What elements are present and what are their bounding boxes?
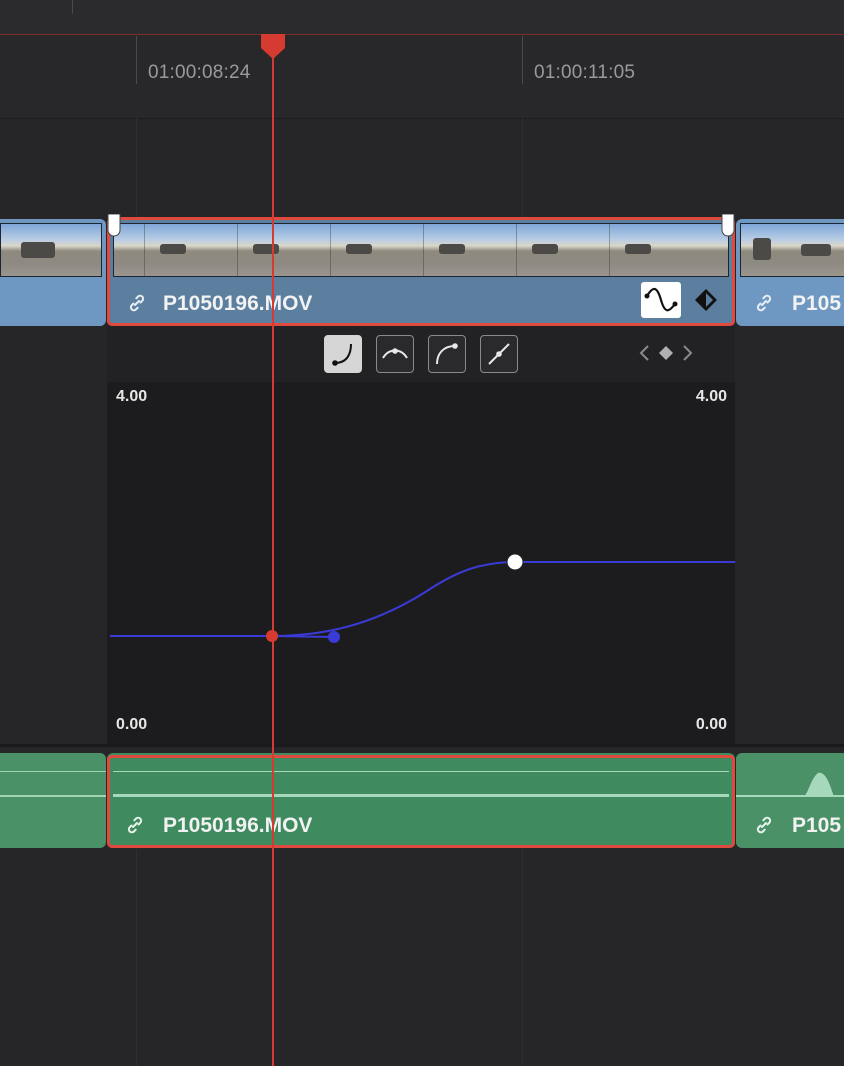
- bezier-handle: [328, 631, 340, 643]
- clip-thumbnails: [0, 223, 102, 277]
- ruler-top-strip: [0, 0, 844, 35]
- clip-name: P105: [792, 292, 842, 315]
- link-icon: [756, 816, 772, 834]
- playhead-marker-icon[interactable]: [258, 34, 288, 60]
- audio-clip-right[interactable]: P105: [736, 753, 844, 848]
- bezier-handle-line: [271, 635, 335, 638]
- thumbnail-vehicle: [801, 244, 831, 256]
- retime-curve-editor[interactable]: 4.00 4.00 0.00 0.00: [107, 326, 735, 746]
- audio-waveform: [0, 795, 106, 797]
- grid-line: [522, 850, 523, 1066]
- video-clip-left[interactable]: [0, 219, 106, 326]
- track-separator: [0, 744, 844, 747]
- thumbnail-vehicle: [21, 242, 55, 258]
- speed-curve-graph[interactable]: [107, 326, 735, 746]
- ruler-tick: [522, 36, 523, 84]
- selection-outline: [107, 755, 735, 848]
- trim-handle-right-icon[interactable]: [720, 214, 736, 238]
- link-icon: [756, 294, 772, 312]
- grid-line: [522, 118, 523, 218]
- ruler-timecode: 01:00:08:24: [148, 62, 251, 83]
- ruler-timecode: 01:00:11:05: [534, 62, 636, 83]
- ruler-tick: [136, 36, 137, 84]
- timeline-ruler[interactable]: 01:00:08:24 01:00:11:05: [0, 0, 844, 119]
- video-clip-right[interactable]: P105: [736, 219, 844, 326]
- keyframe-point-end: [506, 553, 524, 571]
- audio-clip-left[interactable]: [0, 753, 106, 848]
- clip-thumbnails: [740, 223, 844, 277]
- thumbnail-vehicle: [753, 238, 771, 260]
- clip-name: P105: [792, 814, 842, 837]
- grid-line: [136, 118, 137, 218]
- selection-outline: [107, 217, 735, 326]
- playhead-line[interactable]: [272, 40, 274, 1066]
- speed-curve: [110, 561, 735, 637]
- audio-waveform-peak: [772, 772, 844, 797]
- ruler-tick: [72, 0, 73, 14]
- audio-level-line: [0, 771, 106, 772]
- trim-handle-left-icon[interactable]: [106, 214, 122, 238]
- grid-line: [136, 850, 137, 1066]
